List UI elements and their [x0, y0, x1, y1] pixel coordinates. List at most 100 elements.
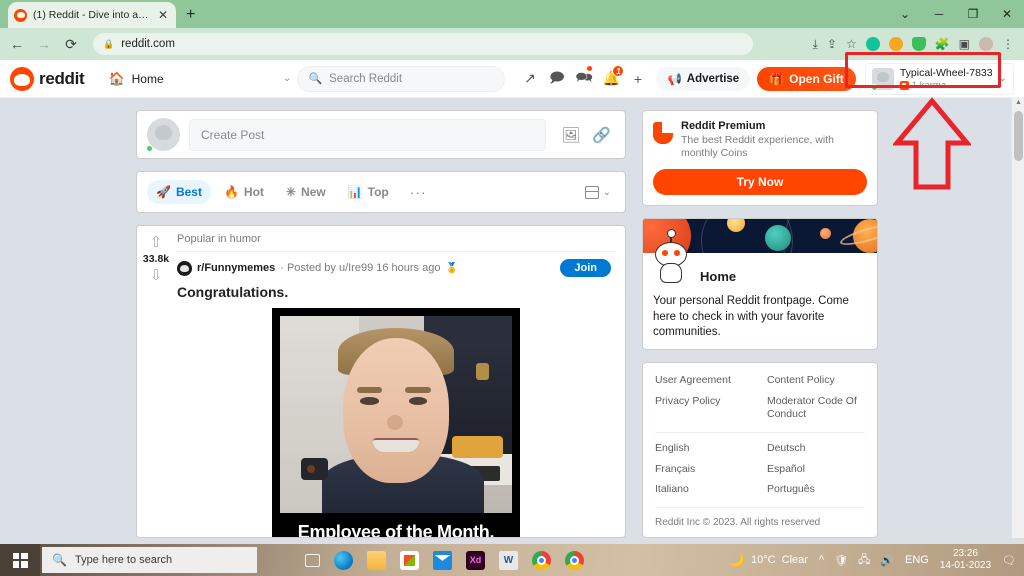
- browser-tab-strip: (1) Reddit - Dive into anything ✕ + ⌄ ─ …: [0, 0, 1024, 28]
- antivirus-icon[interactable]: 🛡: [834, 554, 848, 567]
- create-plus-icon[interactable]: +: [629, 71, 646, 87]
- back-icon[interactable]: ←: [8, 36, 26, 52]
- minimize-button[interactable]: ─: [922, 0, 956, 28]
- user-info: Typical-Wheel-7833 1 karma: [899, 67, 993, 91]
- grammarly-icon[interactable]: [865, 37, 880, 51]
- volume-icon[interactable]: 🔊: [880, 554, 894, 567]
- sidepanel-icon[interactable]: ▣: [959, 37, 970, 51]
- task-view-icon[interactable]: [305, 553, 320, 567]
- post-image[interactable]: Employee of the Month.: [272, 308, 520, 537]
- extension-orange-icon[interactable]: [888, 37, 903, 51]
- maximize-button[interactable]: ❐: [956, 0, 990, 28]
- sort-more-button[interactable]: ···: [402, 184, 435, 200]
- divider: [655, 507, 865, 508]
- reddit-logo[interactable]: reddit: [10, 66, 85, 91]
- footer-policy-links: User Agreement Content Policy Privacy Po…: [655, 374, 865, 422]
- photo-food: [451, 436, 503, 458]
- messages-icon[interactable]: 🗪: [575, 64, 594, 91]
- microsoft-store-icon[interactable]: [400, 550, 419, 570]
- link-icon[interactable]: 🔗: [592, 126, 611, 144]
- footer-language[interactable]: English: [655, 442, 753, 456]
- post-title[interactable]: Congratulations.: [177, 281, 615, 308]
- try-now-button[interactable]: Try Now: [653, 169, 867, 196]
- footer-link[interactable]: User Agreement: [655, 374, 753, 388]
- downvote-icon[interactable]: ⇩: [150, 268, 163, 283]
- create-post-input[interactable]: Create Post: [189, 118, 547, 151]
- network-icon[interactable]: 🖧: [858, 551, 870, 570]
- header-icon-group: ↗ 🗩 🗪 🔔 1 +: [521, 64, 646, 91]
- open-gift-button[interactable]: 🎁 Open Gift: [757, 66, 856, 91]
- view-toggle[interactable]: ⌄: [584, 185, 615, 199]
- post-image-wrap: Employee of the Month.: [177, 308, 615, 537]
- reload-icon[interactable]: ⟳: [62, 36, 80, 53]
- puzzle-extensions-icon[interactable]: 🧩: [935, 37, 950, 51]
- weather-widget[interactable]: 🌙 10°C Clear: [729, 552, 808, 568]
- footer-language[interactable]: Deutsch: [767, 442, 865, 456]
- award-icon[interactable]: 🏅: [445, 263, 457, 274]
- footer-link[interactable]: Moderator Code Of Conduct: [767, 395, 865, 422]
- taskbar-search[interactable]: 🔍 Type here to search: [42, 547, 257, 573]
- kebab-menu-icon[interactable]: ⋮: [1002, 37, 1014, 51]
- footer-link[interactable]: Content Policy: [767, 374, 865, 388]
- premium-description: The best Reddit experience, with monthly…: [681, 134, 834, 160]
- footer-language[interactable]: Italiano: [655, 483, 753, 497]
- search-box[interactable]: 🔍: [297, 65, 506, 92]
- windows-logo-icon: [12, 552, 28, 568]
- chevron-down-icon[interactable]: ⌄: [888, 0, 922, 28]
- profile-avatar-icon[interactable]: [979, 37, 993, 51]
- sort-new[interactable]: ✳ New: [277, 180, 335, 204]
- photo-eye-left: [360, 396, 379, 405]
- notification-icon[interactable]: 🗨: [1002, 554, 1016, 567]
- mail-icon[interactable]: [433, 550, 452, 570]
- scroll-up-icon[interactable]: ▲: [1015, 99, 1022, 106]
- sort-top[interactable]: 📊 Top: [339, 180, 398, 204]
- share-icon[interactable]: ⇪: [827, 37, 837, 51]
- start-button[interactable]: [0, 544, 40, 576]
- subreddit-link[interactable]: r/Funnymemes: [197, 262, 275, 274]
- close-icon[interactable]: ✕: [156, 9, 170, 21]
- search-input[interactable]: [329, 72, 495, 85]
- sort-hot[interactable]: 🔥 Hot: [215, 180, 273, 204]
- unread-dot: [586, 64, 594, 72]
- image-icon[interactable]: 🖼: [561, 126, 580, 144]
- scrollbar-thumb[interactable]: [1014, 111, 1023, 161]
- sort-new-label: New: [300, 185, 326, 199]
- shield-green-icon[interactable]: [911, 37, 926, 51]
- forward-icon[interactable]: →: [35, 36, 53, 52]
- search-icon: 🔍: [52, 553, 67, 567]
- edge-icon[interactable]: [334, 550, 353, 570]
- notifications-icon[interactable]: 🔔 1: [602, 65, 625, 87]
- clock[interactable]: 23:26 14-01-2023: [940, 548, 991, 572]
- footer-language[interactable]: Español: [767, 463, 865, 477]
- page-scrollbar[interactable]: ▲: [1011, 98, 1024, 538]
- karma-value: 1 karma: [911, 79, 947, 91]
- sort-best[interactable]: 🚀 Best: [147, 180, 211, 204]
- search-icon: 🔍: [308, 73, 323, 85]
- new-tab-button[interactable]: +: [186, 6, 195, 24]
- footer-language[interactable]: Português: [767, 483, 865, 497]
- chat-icon[interactable]: 🗩: [548, 67, 565, 91]
- taskbar-app-icons: Xd: [305, 550, 584, 570]
- footer-link[interactable]: Privacy Policy: [655, 395, 753, 422]
- reddit-header: reddit 🏠 Home ⌄ 🔍 ↗ 🗩 🗪 🔔1 + 📢 Advertise…: [0, 60, 1024, 98]
- chevron-up-icon[interactable]: ^: [819, 554, 824, 566]
- word-icon[interactable]: [499, 550, 518, 570]
- home-icon: 🏠: [108, 70, 125, 86]
- address-bar[interactable]: 🔒 reddit.com: [93, 33, 753, 55]
- join-button[interactable]: Join: [560, 259, 611, 277]
- adobe-xd-icon[interactable]: Xd: [466, 550, 485, 570]
- user-menu[interactable]: Typical-Wheel-7833 1 karma ⌄: [864, 62, 1014, 95]
- bookmark-star-icon[interactable]: ☆: [846, 37, 857, 51]
- window-close-button[interactable]: ✕: [990, 0, 1024, 28]
- footer-language[interactable]: Français: [655, 463, 753, 477]
- file-explorer-icon[interactable]: [367, 550, 386, 570]
- install-icon[interactable]: ⤓: [813, 37, 818, 52]
- chrome-icon-2[interactable]: [565, 550, 584, 570]
- language-indicator[interactable]: ENG: [905, 554, 929, 566]
- upvote-icon[interactable]: ⇧: [150, 235, 163, 250]
- home-dropdown[interactable]: 🏠 Home ⌄: [102, 67, 297, 91]
- advertise-button[interactable]: 📢 Advertise: [656, 66, 751, 91]
- browser-tab[interactable]: (1) Reddit - Dive into anything ✕: [8, 2, 176, 28]
- popular-icon[interactable]: ↗: [521, 70, 538, 87]
- chrome-icon[interactable]: [532, 550, 551, 570]
